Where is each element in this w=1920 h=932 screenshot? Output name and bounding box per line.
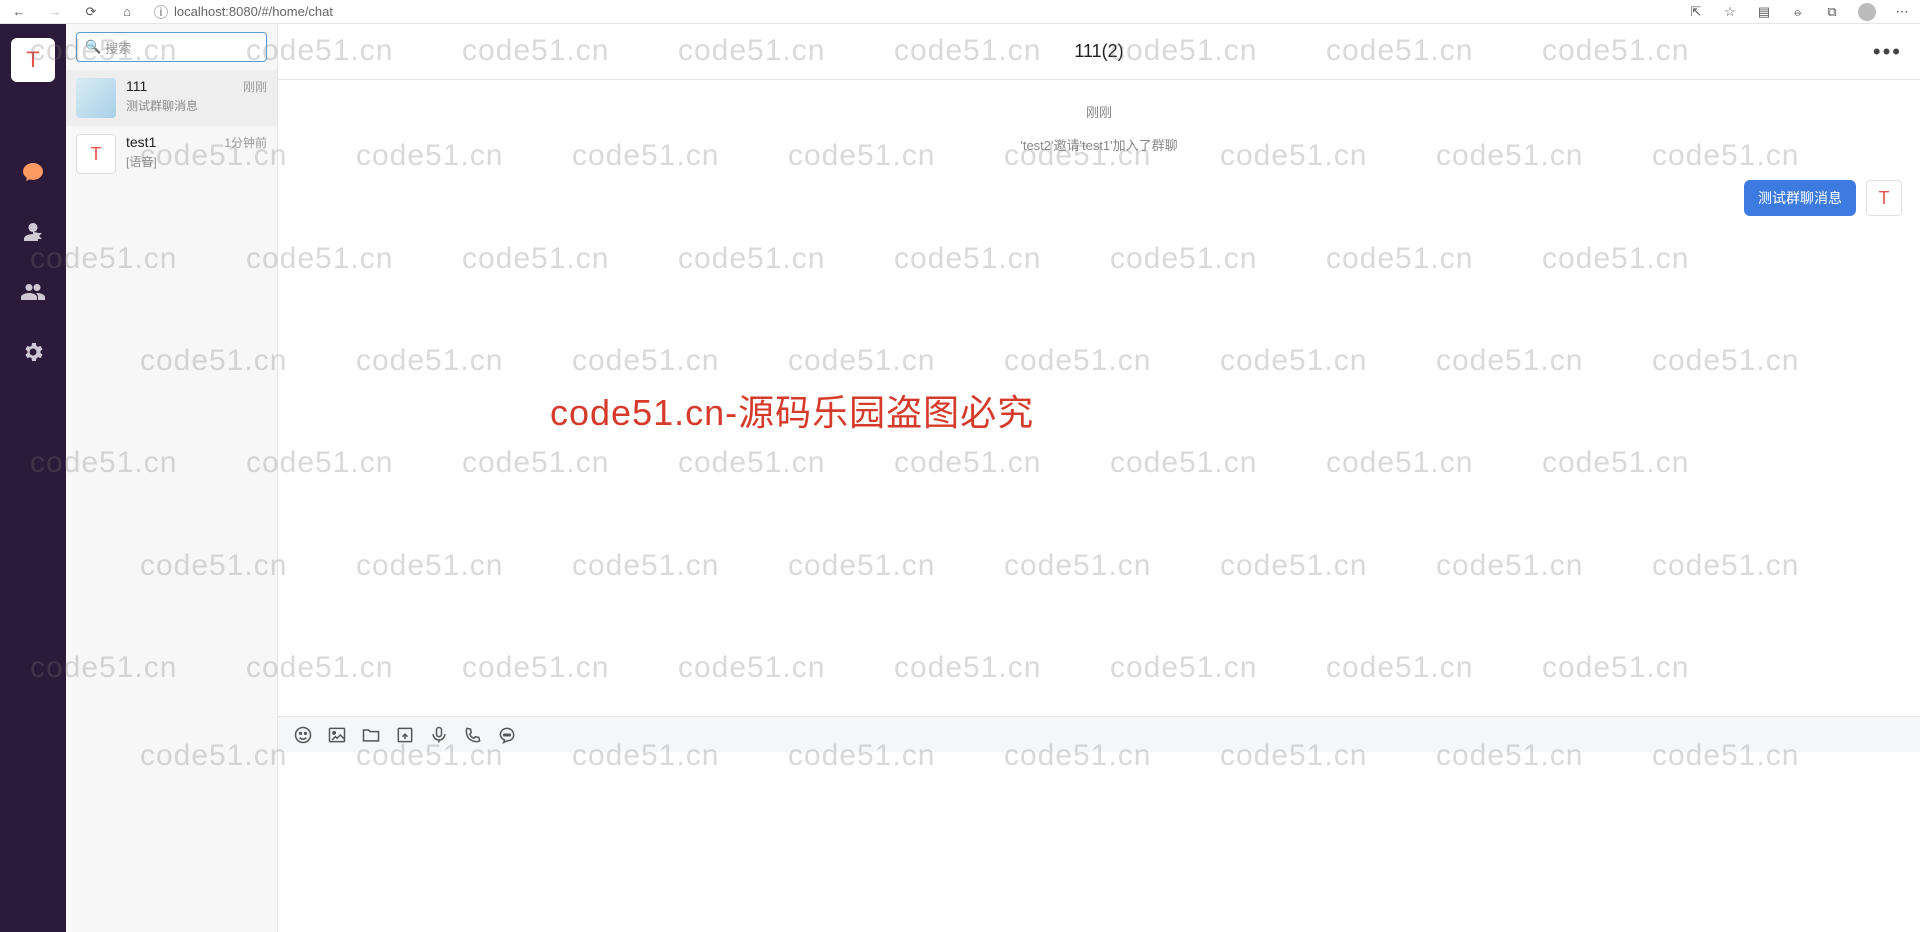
profile-icon[interactable] — [1858, 3, 1876, 21]
more-button[interactable] — [496, 724, 518, 746]
collections-icon[interactable]: ⧉ — [1824, 4, 1840, 20]
microphone-icon — [429, 725, 449, 745]
browser-toolbar: ← → ⟳ ⌂ i localhost:8080/#/home/chat ⇱ ☆… — [0, 0, 1920, 24]
voice-button[interactable] — [428, 724, 450, 746]
chat-input-area[interactable] — [278, 752, 1920, 932]
nav-settings[interactable] — [17, 336, 49, 368]
gear-icon — [21, 340, 45, 364]
back-button[interactable]: ← — [10, 4, 28, 19]
message-avatar[interactable]: T — [1866, 180, 1902, 216]
search-icon: 🔍 — [85, 39, 101, 55]
chat-more-button[interactable]: ••• — [1873, 39, 1902, 65]
chat-icon — [21, 160, 45, 184]
emoji-icon — [293, 725, 313, 745]
forward-button[interactable]: → — [46, 4, 64, 19]
group-icon — [21, 280, 45, 304]
url-text: localhost:8080/#/home/chat — [174, 4, 333, 19]
conversation-name: test1 — [126, 134, 156, 150]
chat-input-toolbar — [278, 716, 1920, 752]
contact-icon — [21, 220, 45, 244]
menu-icon[interactable]: ⋯ — [1894, 4, 1910, 20]
chat-body: 刚刚 'test2'邀请'test1'加入了群聊 测试群聊消息 T — [278, 80, 1920, 716]
nav-contacts[interactable] — [17, 216, 49, 248]
refresh-button[interactable]: ⟳ — [82, 4, 100, 20]
search-input[interactable]: 🔍 搜索 — [76, 32, 267, 62]
tab-search-icon[interactable]: ⇱ — [1688, 4, 1704, 20]
extensions-icon[interactable]: ▤ — [1756, 4, 1772, 20]
send-file-button[interactable] — [394, 724, 416, 746]
sidebar-avatar-letter: T — [26, 47, 39, 73]
conversation-item[interactable]: T test1 1分钟前 [语音] — [66, 126, 277, 182]
sidebar-avatar[interactable]: T — [11, 38, 55, 82]
message-bubble: 测试群聊消息 — [1744, 180, 1856, 216]
conversation-list-pane: 🔍 搜索 111 刚刚 测试群聊消息 T test1 1分钟前 — [66, 24, 278, 932]
nav-groups[interactable] — [17, 276, 49, 308]
conversation-avatar-group — [76, 78, 116, 118]
site-info-icon[interactable]: i — [154, 5, 168, 19]
favorites-icon[interactable]: ☆ — [1722, 4, 1738, 20]
image-button[interactable] — [326, 724, 348, 746]
phone-icon — [463, 725, 483, 745]
conversation-avatar-letter: T — [91, 144, 102, 165]
send-file-icon — [395, 725, 415, 745]
chat-header: 111(2) ••• — [278, 24, 1920, 80]
image-icon — [327, 725, 347, 745]
message-row-outgoing: 测试群聊消息 T — [296, 180, 1902, 216]
performance-icon[interactable]: ⦵ — [1790, 4, 1806, 20]
conversation-preview: 测试群聊消息 — [126, 97, 267, 114]
chat-pane: 111(2) ••• 刚刚 'test2'邀请'test1'加入了群聊 测试群聊… — [278, 24, 1920, 932]
more-icon — [497, 725, 517, 745]
message-avatar-letter: T — [1879, 188, 1890, 209]
conversation-preview: [语音] — [126, 153, 267, 170]
sidebar-nav: T — [0, 24, 66, 932]
chat-system-message: 'test2'邀请'test1'加入了群聊 — [296, 135, 1902, 154]
folder-icon — [361, 725, 381, 745]
chat-time-divider: 刚刚 — [296, 102, 1902, 121]
conversation-avatar-user: T — [76, 134, 116, 174]
conversation-time: 刚刚 — [243, 78, 267, 95]
home-button[interactable]: ⌂ — [118, 4, 136, 19]
chat-title: 111(2) — [1074, 41, 1123, 62]
call-button[interactable] — [462, 724, 484, 746]
address-bar[interactable]: i localhost:8080/#/home/chat — [154, 4, 1670, 19]
nav-chat[interactable] — [17, 156, 49, 188]
conversation-name: 111 — [126, 78, 147, 94]
search-placeholder: 搜索 — [105, 38, 131, 57]
conversation-item[interactable]: 111 刚刚 测试群聊消息 — [66, 70, 277, 126]
emoji-button[interactable] — [292, 724, 314, 746]
folder-button[interactable] — [360, 724, 382, 746]
conversation-time: 1分钟前 — [224, 134, 267, 151]
